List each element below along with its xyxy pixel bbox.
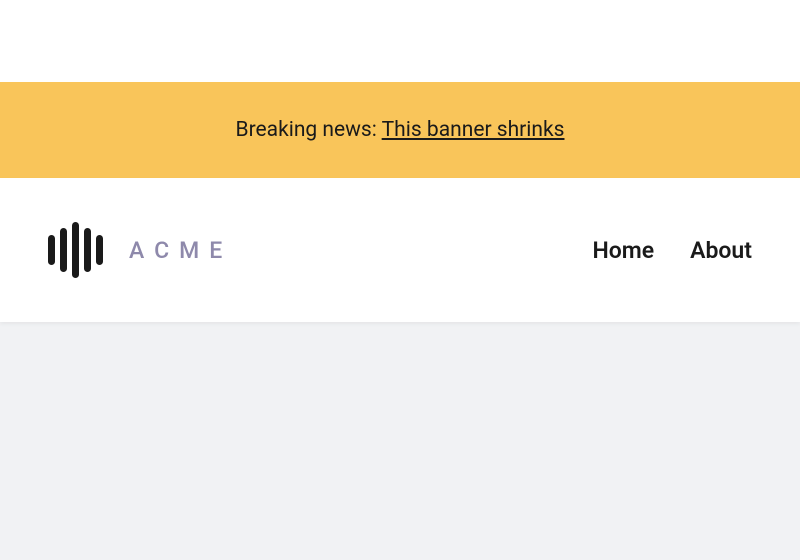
top-whitespace [0, 0, 800, 82]
banner-prefix: Breaking news: [236, 118, 382, 142]
content-area [0, 322, 800, 560]
logo-group[interactable]: ACME [48, 222, 232, 278]
nav-home[interactable]: Home [592, 237, 654, 264]
news-banner: Breaking news: This banner shrinks [0, 82, 800, 178]
banner-link[interactable]: This banner shrinks [382, 118, 565, 142]
main-nav: Home About [592, 237, 752, 264]
brand-name: ACME [129, 237, 232, 264]
banner-text: Breaking news: This banner shrinks [236, 118, 565, 142]
logo-bars-icon [48, 222, 103, 278]
nav-about[interactable]: About [690, 237, 752, 264]
site-header: ACME Home About [0, 178, 800, 322]
